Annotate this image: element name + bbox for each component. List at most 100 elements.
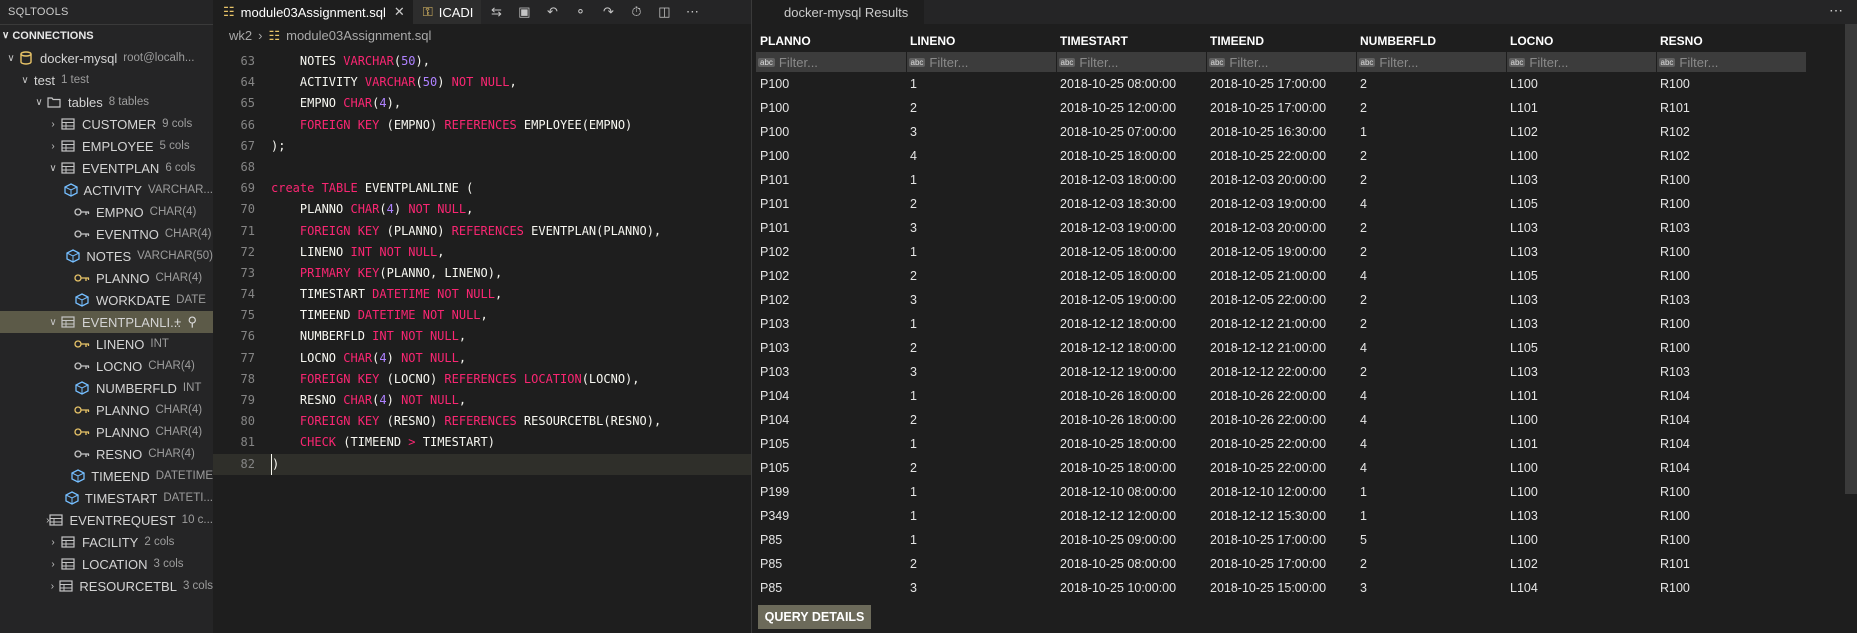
tree-item[interactable]: ∨ EVENTPLAN 6 cols <box>0 157 213 179</box>
breadcrumb-folder[interactable]: wk2 <box>229 24 252 48</box>
code-line[interactable]: 64 ACTIVITY VARCHAR(50) NOT NULL, <box>213 72 751 93</box>
column-header[interactable]: LINENO <box>906 30 1056 52</box>
tree-item[interactable]: NUMBERFLD INT <box>0 377 213 399</box>
table-row[interactable]: P349 1 2018-12-12 12:00:00 2018-12-12 15:30… <box>756 504 1806 528</box>
table-row[interactable]: P105 1 2018-10-25 18:00:00 2018-10-25 22:00… <box>756 432 1806 456</box>
chevron-right-icon[interactable]: › <box>46 537 60 548</box>
tree-item[interactable]: TIMESTART DATETI... <box>0 487 213 509</box>
code-line[interactable]: 71 FOREIGN KEY (PLANNO) REFERENCES EVENT… <box>213 221 751 242</box>
tab-module03-assignment[interactable]: ☷ module03Assignment.sql ✕ <box>213 0 413 24</box>
breadcrumb-file[interactable]: module03Assignment.sql <box>286 24 431 48</box>
commit-icon[interactable]: ⚬ <box>571 4 589 20</box>
table-row[interactable]: P103 1 2018-12-12 18:00:00 2018-12-12 21:00… <box>756 312 1806 336</box>
tree-item[interactable]: TIMEEND DATETIME <box>0 465 213 487</box>
tree-item[interactable]: ∨ test 1 test <box>0 69 213 91</box>
tree-item[interactable]: › EMPLOYEE 5 cols <box>0 135 213 157</box>
code-line[interactable]: 73 PRIMARY KEY(PLANNO, LINENO), <box>213 263 751 284</box>
search-icon[interactable]: ⚲ <box>187 314 197 330</box>
table-row[interactable]: P100 4 2018-10-25 18:00:00 2018-10-25 22:00… <box>756 144 1806 168</box>
tree-item[interactable]: RESNO CHAR(4) <box>0 443 213 465</box>
column-header[interactable]: PLANNO <box>756 30 906 52</box>
table-row[interactable]: P104 2 2018-10-26 18:00:00 2018-10-26 22:00… <box>756 408 1806 432</box>
column-header[interactable]: NUMBERFLD <box>1356 30 1506 52</box>
tree-item[interactable]: PLANNO CHAR(4) <box>0 267 213 289</box>
close-icon[interactable]: ✕ <box>394 4 405 20</box>
table-row[interactable]: P100 2 2018-10-25 12:00:00 2018-10-25 17:00… <box>756 96 1806 120</box>
table-row[interactable]: P85 1 2018-10-25 09:00:00 2018-10-25 17:00:… <box>756 528 1806 552</box>
split-editor-icon[interactable]: ◫ <box>655 4 673 20</box>
column-filter-input[interactable]: abc Filter... <box>906 52 1057 72</box>
table-row[interactable]: P85 3 2018-10-25 10:00:00 2018-10-25 15:00:… <box>756 576 1806 600</box>
tree-item[interactable]: LINENO INT <box>0 333 213 355</box>
tree-item[interactable]: PLANNO CHAR(4) <box>0 421 213 443</box>
tree-item[interactable]: › RESOURCETBL 3 cols <box>0 575 213 597</box>
column-filter-input[interactable]: abc Filter... <box>1656 52 1807 72</box>
timeline-icon[interactable]: ⏱ <box>627 4 645 20</box>
column-filter-input[interactable]: abc Filter... <box>1356 52 1507 72</box>
tree-item[interactable]: EMPNO CHAR(4) <box>0 201 213 223</box>
code-line[interactable]: 81 CHECK (TIMEEND > TIMESTART) <box>213 432 751 453</box>
column-filter-input[interactable]: abc Filter... <box>1206 52 1357 72</box>
add-icon[interactable]: + <box>174 314 182 330</box>
more-actions-icon[interactable]: ⋯ <box>1829 2 1843 19</box>
save-icon[interactable]: ▣ <box>515 4 533 20</box>
column-header[interactable]: RESNO <box>1656 30 1806 52</box>
code-line[interactable]: 68 <box>213 157 751 178</box>
code-line[interactable]: 67); <box>213 136 751 157</box>
table-row[interactable]: P101 1 2018-12-03 18:00:00 2018-12-03 20:00… <box>756 168 1806 192</box>
tree-item[interactable]: › FACILITY 2 cols <box>0 531 213 553</box>
code-line[interactable]: 76 NUMBERFLD INT NOT NULL, <box>213 326 751 347</box>
table-row[interactable]: P103 2 2018-12-12 18:00:00 2018-12-12 21:00… <box>756 336 1806 360</box>
chevron-down-icon[interactable]: ∨ <box>46 163 60 174</box>
chevron-down-icon[interactable]: ∨ <box>32 97 46 108</box>
code-line[interactable]: 66 FOREIGN KEY (EMPNO) REFERENCES EMPLOY… <box>213 115 751 136</box>
table-row[interactable]: P199 1 2018-12-10 08:00:00 2018-12-10 12:00… <box>756 480 1806 504</box>
vertical-scrollbar[interactable] <box>1845 24 1857 494</box>
code-line[interactable]: 78 FOREIGN KEY (LOCNO) REFERENCES LOCATI… <box>213 369 751 390</box>
code-line[interactable]: 69 create TABLE EVENTPLANLINE ( <box>213 178 751 199</box>
tree-item[interactable]: NOTES VARCHAR(50) <box>0 245 213 267</box>
code-line[interactable]: 75 TIMEEND DATETIME NOT NULL, <box>213 305 751 326</box>
connections-section-header[interactable]: ∨ CONNECTIONS <box>0 24 213 47</box>
code-line[interactable]: 74 TIMESTART DATETIME NOT NULL, <box>213 284 751 305</box>
chevron-down-icon[interactable]: ∨ <box>18 75 32 86</box>
tree-item[interactable]: › EVENTREQUEST 10 c... <box>0 509 213 531</box>
code-line[interactable]: 79 RESNO CHAR(4) NOT NULL, <box>213 390 751 411</box>
go-back-icon[interactable]: ↶ <box>543 4 561 20</box>
code-line[interactable]: 65 EMPNO CHAR(4), <box>213 93 751 114</box>
column-filter-input[interactable]: abc Filter... <box>1506 52 1657 72</box>
table-row[interactable]: P103 3 2018-12-12 19:00:00 2018-12-12 22:00… <box>756 360 1806 384</box>
go-forward-icon[interactable]: ↷ <box>599 4 617 20</box>
compare-icon[interactable]: ⇆ <box>487 4 505 20</box>
column-header[interactable]: LOCNO <box>1506 30 1656 52</box>
tree-item[interactable]: EVENTNO CHAR(4) <box>0 223 213 245</box>
chevron-right-icon[interactable]: › <box>46 141 60 152</box>
tree-item[interactable]: LOCNO CHAR(4) <box>0 355 213 377</box>
code-line[interactable]: 80 FOREIGN KEY (RESNO) REFERENCES RESOUR… <box>213 411 751 432</box>
table-row[interactable]: P85 2 2018-10-25 08:00:00 2018-10-25 17:00:… <box>756 552 1806 576</box>
tree-item[interactable]: WORKDATE DATE <box>0 289 213 311</box>
query-details-button[interactable]: QUERY DETAILS <box>758 605 871 629</box>
tree-item[interactable]: PLANNO CHAR(4) <box>0 399 213 421</box>
tree-item[interactable]: › LOCATION 3 cols <box>0 553 213 575</box>
tree-item[interactable]: ∨ EVENTPLANLI... + ⚲ <box>0 311 213 333</box>
chevron-down-icon[interactable]: ∨ <box>46 317 60 328</box>
code-line[interactable]: 82) <box>213 453 751 475</box>
chevron-right-icon[interactable]: › <box>46 581 59 592</box>
code-line[interactable]: 72 LINENO INT NOT NULL, <box>213 242 751 263</box>
code-line[interactable]: 77 LOCNO CHAR(4) NOT NULL, <box>213 348 751 369</box>
table-row[interactable]: P100 3 2018-10-25 07:00:00 2018-10-25 16:30… <box>756 120 1806 144</box>
table-row[interactable]: P105 2 2018-10-25 18:00:00 2018-10-25 22:00… <box>756 456 1806 480</box>
code-editor[interactable]: 63 NOTES VARCHAR(50), 64 ACTIVITY VARCHAR… <box>213 51 751 475</box>
table-row[interactable]: P100 1 2018-10-25 08:00:00 2018-10-25 17:00… <box>756 72 1806 96</box>
chevron-right-icon[interactable]: › <box>46 119 60 130</box>
table-row[interactable]: P102 1 2018-12-05 18:00:00 2018-12-05 19:00… <box>756 240 1806 264</box>
column-header[interactable]: TIMESTART <box>1056 30 1206 52</box>
table-row[interactable]: P102 3 2018-12-05 19:00:00 2018-12-05 22:00… <box>756 288 1806 312</box>
table-row[interactable]: P102 2 2018-12-05 18:00:00 2018-12-05 21:00… <box>756 264 1806 288</box>
table-row[interactable]: P101 2 2018-12-03 18:30:00 2018-12-03 19:00… <box>756 192 1806 216</box>
table-row[interactable]: P104 1 2018-10-26 18:00:00 2018-10-26 22:00… <box>756 384 1806 408</box>
tree-item[interactable]: ∨ tables 8 tables <box>0 91 213 113</box>
more-actions-icon[interactable]: ⋯ <box>683 4 701 20</box>
chevron-down-icon[interactable]: ∨ <box>4 53 18 64</box>
